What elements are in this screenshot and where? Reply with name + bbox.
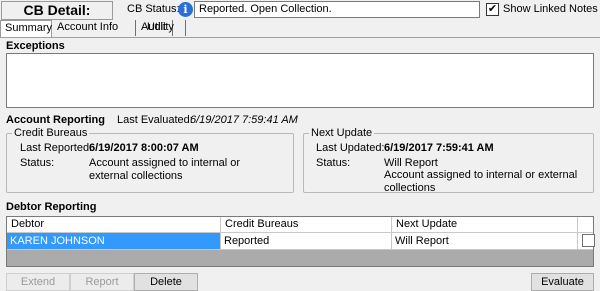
show-linked-notes-label[interactable]: Show Linked Notes [503, 3, 598, 15]
cb-status-field: Reported. Open Collection. [194, 1, 480, 18]
cell-next-update[interactable]: Will Report [392, 233, 578, 249]
evaluate-button[interactable]: Evaluate [531, 273, 594, 291]
next-update-group: Next Update Last Updated: 6/19/2017 7:59… [303, 127, 594, 194]
delete-button[interactable]: Delete [134, 273, 198, 291]
credit-bureaus-group: Credit Bureaus Last Reported: 6/19/2017 … [6, 127, 294, 193]
credit-bureaus-legend: Credit Bureaus [12, 127, 90, 139]
last-updated-label: Last Updated: [316, 142, 385, 154]
last-evaluated-label: Last Evaluated: [117, 114, 193, 126]
account-reporting-title: Account Reporting [6, 114, 105, 126]
last-evaluated-value: 6/19/2017 7:59:41 AM [190, 114, 298, 126]
cb-status-row-value: Account assigned to internal or external… [89, 157, 241, 182]
info-icon[interactable]: i [178, 2, 193, 17]
next-update-status-line2: Account assigned to internal or external… [384, 169, 578, 194]
report-button[interactable]: Report [70, 273, 134, 291]
page-title: CB Detail: [1, 1, 113, 20]
show-linked-notes-checkbox[interactable]: ✔ [486, 3, 499, 16]
next-update-status-label: Status: [316, 157, 351, 169]
exceptions-title: Exceptions [6, 40, 65, 52]
extend-button[interactable]: Extend [6, 273, 70, 291]
tab-account-info[interactable]: Account Info [53, 20, 136, 36]
column-header-next-update[interactable]: Next Update [392, 217, 578, 232]
tab-utility[interactable]: Utility [143, 20, 186, 36]
tab-summary[interactable]: Summary [0, 20, 52, 38]
exceptions-list[interactable] [6, 53, 594, 108]
last-updated-value: 6/19/2017 7:59:41 AM [384, 142, 494, 154]
table-row[interactable]: KAREN JOHNSON Reported Will Report [7, 233, 595, 250]
grid-header: Debtor Credit Bureaus Next Update [7, 217, 593, 233]
cb-status-label: CB Status: [127, 3, 180, 15]
column-header-credit-bureaus[interactable]: Credit Bureaus [221, 217, 392, 232]
last-reported-value: 6/19/2017 8:00:07 AM [89, 142, 199, 154]
cell-debtor[interactable]: KAREN JOHNSON [7, 233, 221, 249]
debtor-reporting-title: Debtor Reporting [6, 201, 97, 213]
tab-bar: Summary Account Info Audit Utility [0, 20, 600, 38]
next-update-legend: Next Update [309, 127, 375, 139]
cb-status-row-label: Status: [20, 157, 55, 169]
last-reported-label: Last Reported: [20, 142, 93, 154]
column-header-debtor[interactable]: Debtor [7, 217, 221, 232]
row-checkbox[interactable] [582, 234, 595, 247]
tab-divider [0, 37, 600, 38]
cell-credit-bureaus[interactable]: Reported [221, 233, 392, 249]
debtor-grid[interactable]: Debtor Credit Bureaus Next Update KAREN … [6, 216, 595, 267]
